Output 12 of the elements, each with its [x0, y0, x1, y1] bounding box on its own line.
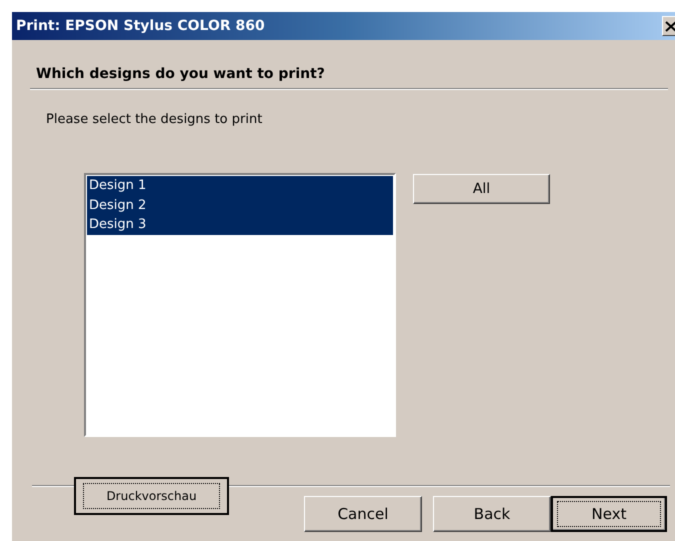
wizard-button[interactable]: Cancel: [304, 496, 422, 532]
list-item[interactable]: Design 2: [87, 196, 393, 215]
preview-button[interactable]: Druckvorschau: [74, 477, 229, 515]
all-button[interactable]: All: [413, 174, 550, 204]
list-item[interactable]: Design 3: [87, 215, 393, 234]
window-title: Print: EPSON Stylus COLOR 860: [15, 18, 265, 34]
wizard-button[interactable]: Next: [551, 496, 667, 532]
wizard-button[interactable]: Back: [433, 496, 551, 532]
instruction-text: Please select the designs to print: [45, 111, 264, 127]
page-heading: Which designs do you want to print?: [35, 65, 326, 82]
design-list[interactable]: Design 1 Design 2 Design 3: [84, 173, 396, 437]
list-item[interactable]: Design 1: [87, 176, 393, 196]
